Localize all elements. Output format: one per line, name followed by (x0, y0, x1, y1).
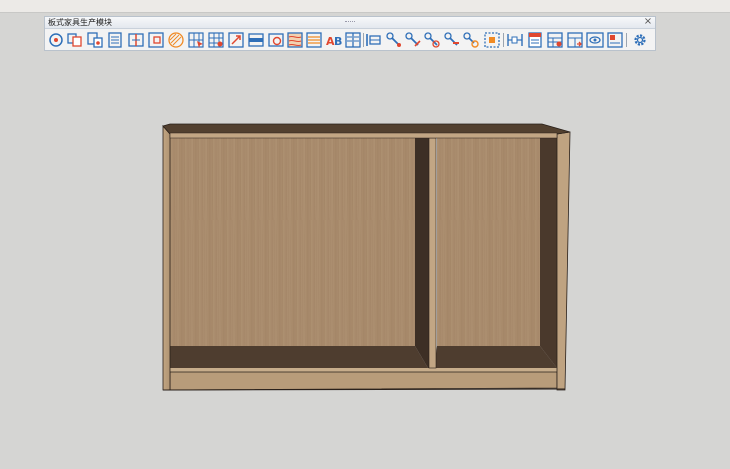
toolbar-separator (626, 33, 627, 47)
back-panel-right (437, 138, 540, 346)
copy-panels-icon[interactable] (66, 31, 84, 49)
divider-front (428, 137, 437, 369)
bottom-floor-right (434, 346, 557, 368)
boundary-icon[interactable] (483, 31, 501, 49)
hardware-insert-icon[interactable] (365, 31, 383, 49)
export-grid-icon[interactable] (566, 31, 584, 49)
cabinet-model (162, 123, 571, 391)
toolbar-icon-row: AB (46, 30, 654, 50)
view-eye-icon[interactable] (586, 31, 604, 49)
svg-text:B: B (334, 35, 342, 48)
drill-delete-icon[interactable] (443, 31, 461, 49)
3d-viewport[interactable] (0, 13, 730, 465)
edge-band-icon[interactable] (247, 31, 265, 49)
bottom-rail (169, 371, 558, 391)
bottom-floor-left (170, 346, 428, 368)
drill-rotate-icon[interactable] (423, 31, 441, 49)
hatch-panel-icon[interactable] (167, 31, 185, 49)
right-side-panel (556, 131, 571, 391)
drill-search-icon[interactable] (462, 31, 480, 49)
drill-tool-icon[interactable] (385, 31, 403, 49)
output-panel-icon[interactable] (606, 31, 624, 49)
resize-arrow-icon[interactable] (227, 31, 245, 49)
settings-gear-icon[interactable] (631, 31, 649, 49)
toolbar-separator (363, 33, 364, 47)
top-panel-front (169, 132, 558, 139)
material-panel-icon[interactable] (305, 31, 323, 49)
report-grid-icon[interactable] (546, 31, 564, 49)
back-panel-left (170, 138, 415, 346)
toolbar-grip[interactable] (345, 21, 355, 24)
texture-panel-icon[interactable] (286, 31, 304, 49)
app-top-bar (0, 0, 730, 13)
toolbar-titlebar[interactable]: 板式家具生产模块 × (45, 16, 655, 29)
label-calendar-icon[interactable] (526, 31, 544, 49)
panel-rotate-icon[interactable] (267, 31, 285, 49)
toolbar-close-button[interactable]: × (643, 16, 653, 28)
toolbar-separator (503, 33, 504, 47)
toolbar-title: 板式家具生产模块 (48, 18, 112, 27)
columns-panel-icon[interactable] (344, 31, 362, 49)
top-panel-surface (162, 123, 571, 135)
drill-edit-icon[interactable] (404, 31, 422, 49)
split-panel-icon[interactable] (127, 31, 145, 49)
target-cabinet-icon[interactable] (47, 31, 65, 49)
dimension-icon[interactable] (506, 31, 524, 49)
panel-edit-icon[interactable] (147, 31, 165, 49)
text-ab-icon[interactable]: AB (325, 31, 343, 49)
list-icon[interactable] (106, 31, 124, 49)
grid-select-icon[interactable] (187, 31, 205, 49)
bottom-shelf-top (170, 368, 557, 372)
furniture-toolbar[interactable]: 板式家具生产模块 × AB (44, 16, 656, 51)
grid-edit-icon[interactable] (207, 31, 225, 49)
panel-stack-icon[interactable] (86, 31, 104, 49)
left-side-panel (162, 124, 171, 391)
